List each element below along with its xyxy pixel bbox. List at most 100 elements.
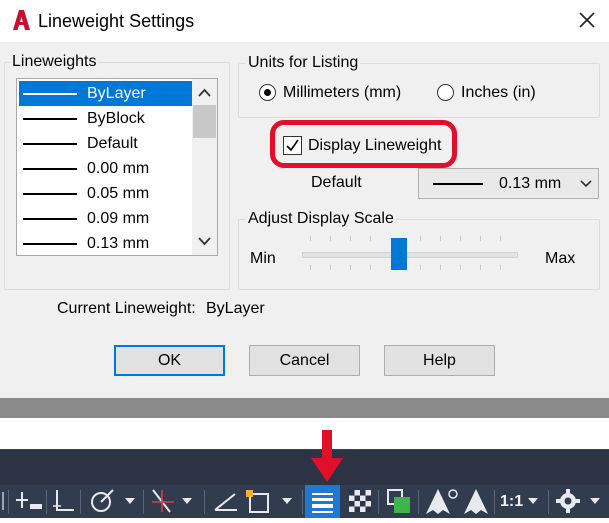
line-sample bbox=[23, 143, 77, 145]
line-sample bbox=[23, 168, 77, 170]
polar-tracking-icon[interactable] bbox=[85, 486, 141, 516]
isometric-drafting-icon[interactable] bbox=[210, 486, 240, 516]
slider-thumb[interactable] bbox=[391, 238, 407, 270]
list-item-label: 0.09 mm bbox=[87, 210, 150, 227]
slider-tick bbox=[370, 265, 371, 270]
list-item[interactable]: ByBlock bbox=[19, 106, 193, 131]
list-item-label: 0.05 mm bbox=[87, 185, 150, 202]
close-icon[interactable] bbox=[574, 7, 600, 33]
default-label: Default bbox=[311, 174, 362, 191]
units-group-label: Units for Listing bbox=[246, 54, 361, 72]
slider-tick bbox=[310, 265, 311, 270]
selection-cycling-icon[interactable] bbox=[382, 486, 414, 516]
toolbar-edge bbox=[2, 492, 4, 510]
line-sample bbox=[433, 183, 483, 185]
slider-tick bbox=[440, 236, 441, 241]
slider-tick bbox=[420, 236, 421, 241]
toolbar-separator bbox=[548, 490, 549, 514]
line-sample bbox=[23, 193, 77, 195]
toolbar-separator bbox=[8, 490, 9, 514]
chevron-down-icon bbox=[580, 180, 592, 188]
toolbar-separator bbox=[80, 490, 81, 514]
help-button[interactable]: Help bbox=[384, 345, 495, 376]
dropdown-value: 0.13 mm bbox=[499, 175, 562, 192]
slider-tick bbox=[370, 236, 371, 241]
toolbar-separator bbox=[378, 490, 379, 514]
list-item-label: 0.00 mm bbox=[87, 160, 150, 177]
transparency-icon[interactable] bbox=[345, 486, 375, 516]
checkmark-icon bbox=[286, 139, 299, 152]
list-item-label: ByLayer bbox=[87, 85, 146, 102]
toolbar-separator bbox=[204, 490, 205, 514]
slider-tick bbox=[480, 236, 481, 241]
slider-tick bbox=[480, 265, 481, 270]
window-title: Lineweight Settings bbox=[38, 11, 195, 31]
max-label: Max bbox=[545, 250, 576, 267]
slider-tick bbox=[330, 236, 331, 241]
lineweights-group-label: Lineweights bbox=[10, 53, 99, 71]
list-item[interactable]: 0.05 mm bbox=[19, 181, 193, 206]
scrollbar-thumb[interactable] bbox=[193, 105, 216, 138]
slider-tick bbox=[500, 265, 501, 270]
lineweight-toggle-button[interactable] bbox=[305, 485, 340, 518]
millimeters-label: Millimeters (mm) bbox=[283, 84, 402, 101]
ok-button[interactable]: OK bbox=[114, 345, 225, 376]
list-item-label: Default bbox=[87, 135, 138, 152]
inches-label: Inches (in) bbox=[461, 84, 536, 101]
slider-tick bbox=[310, 236, 311, 241]
lineweight-list[interactable]: ByLayer ByBlock Default 0.00 mm 0.05 mm … bbox=[16, 78, 218, 256]
auto-scale-icon[interactable] bbox=[460, 486, 492, 516]
line-sample bbox=[23, 243, 77, 245]
display-scale-slider[interactable] bbox=[302, 252, 518, 258]
annotation-scale-label[interactable]: 1:1 bbox=[500, 492, 523, 512]
slider-tick bbox=[350, 265, 351, 270]
lineweight-icon bbox=[312, 493, 333, 513]
radio-selected-dot bbox=[264, 89, 271, 96]
scale-group-label: Adjust Display Scale bbox=[246, 210, 396, 228]
current-lineweight-label: Current Lineweight: bbox=[57, 300, 196, 317]
list-item[interactable]: 0.09 mm bbox=[19, 206, 193, 231]
list-item[interactable]: 0.00 mm bbox=[19, 156, 193, 181]
chevron-down-icon[interactable] bbox=[524, 486, 544, 516]
cancel-button[interactable]: Cancel bbox=[249, 345, 360, 376]
slider-tick bbox=[500, 236, 501, 241]
slider-tick bbox=[460, 236, 461, 241]
min-label: Min bbox=[250, 250, 276, 267]
millimeters-radio[interactable] bbox=[259, 84, 276, 101]
default-lineweight-dropdown[interactable]: 0.13 mm bbox=[418, 168, 599, 199]
annotation-visibility-icon[interactable] bbox=[424, 486, 460, 516]
list-item-label: 0.13 mm bbox=[87, 235, 150, 252]
slider-tick bbox=[440, 265, 441, 270]
display-lineweight-label: Display Lineweight bbox=[308, 137, 442, 154]
toolbar-separator bbox=[46, 490, 47, 514]
toolbar-separator bbox=[302, 490, 303, 514]
line-sample bbox=[23, 118, 77, 120]
object-snap-icon[interactable] bbox=[242, 486, 302, 516]
snap-icon[interactable] bbox=[14, 486, 46, 516]
drawing-area-strip bbox=[0, 418, 609, 450]
slider-tick bbox=[460, 265, 461, 270]
slider-tick bbox=[420, 265, 421, 270]
list-item[interactable]: Default bbox=[19, 131, 193, 156]
ortho-icon[interactable] bbox=[50, 486, 78, 516]
line-sample bbox=[23, 93, 77, 95]
window-border bbox=[0, 398, 609, 418]
slider-tick bbox=[330, 265, 331, 270]
inches-radio[interactable] bbox=[437, 84, 454, 101]
toolbar-separator bbox=[418, 490, 419, 514]
autocad-logo-icon bbox=[13, 10, 30, 30]
chevron-down-icon[interactable] bbox=[192, 230, 217, 252]
object-snap-tracking-icon[interactable] bbox=[148, 486, 204, 516]
list-item[interactable]: 0.13 mm bbox=[19, 231, 193, 255]
workspace-gear-icon[interactable] bbox=[552, 486, 608, 516]
toolbar-separator bbox=[494, 490, 495, 514]
current-lineweight-value: ByLayer bbox=[206, 300, 265, 317]
list-item[interactable]: ByLayer bbox=[19, 81, 193, 106]
toolbar-separator bbox=[143, 490, 144, 514]
slider-tick bbox=[350, 236, 351, 241]
display-lineweight-checkbox[interactable] bbox=[283, 136, 302, 155]
chevron-up-icon[interactable] bbox=[192, 82, 217, 104]
line-sample bbox=[23, 218, 77, 220]
arrow-down-icon bbox=[311, 430, 343, 482]
list-item-label: ByBlock bbox=[87, 110, 145, 127]
